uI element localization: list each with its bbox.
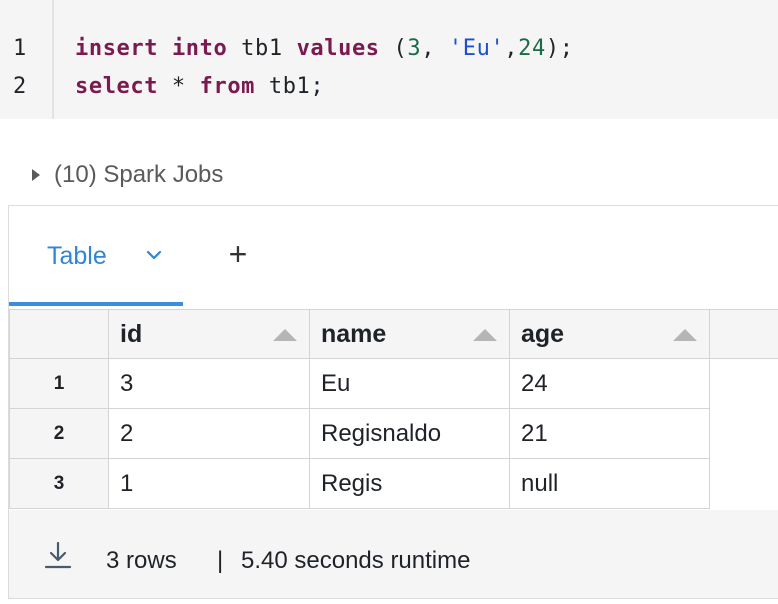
cell-value: Regis <box>321 469 383 497</box>
chevron-down-icon[interactable] <box>146 250 162 260</box>
tab-table[interactable]: Table <box>9 206 183 306</box>
result-footer: 3 rows | 5.40 seconds runtime <box>9 510 778 598</box>
line-number: 2 <box>13 74 27 99</box>
result-tab-bar: Table + <box>9 206 778 306</box>
sql-keyword: insert <box>75 36 159 61</box>
row-index: 3 <box>9 459 109 509</box>
table-cell-id[interactable]: 1 <box>109 459 310 509</box>
header-filler <box>710 309 778 359</box>
column-header-label: id <box>120 319 143 348</box>
cell-value: 3 <box>120 369 134 397</box>
column-header-label: age <box>521 319 565 348</box>
table-cell-name[interactable]: Regisnaldo <box>310 409 510 459</box>
result-panel: Table + id name age 1 3 Eu 24 2 2 Regisn… <box>8 205 778 599</box>
sql-text: ( <box>379 36 408 61</box>
sql-text: , <box>504 36 519 61</box>
row-index: 1 <box>9 359 109 409</box>
row-index: 2 <box>9 409 109 459</box>
table-cell-id[interactable]: 3 <box>109 359 310 409</box>
table-cell-name[interactable]: Regis <box>310 459 510 509</box>
cell-value: Regisnaldo <box>321 419 442 447</box>
column-header-label: name <box>321 319 387 348</box>
sql-number: 3 <box>407 36 422 61</box>
code-line-1[interactable]: insert into tb1 values (3, 'Eu',24); <box>75 36 574 61</box>
cell-value: 1 <box>120 469 134 497</box>
table-cell-age[interactable]: null <box>510 459 710 509</box>
sql-text: * <box>158 74 200 99</box>
sql-keyword: values <box>296 36 380 61</box>
footer-separator: | <box>217 547 224 574</box>
table-cell-age[interactable]: 21 <box>510 409 710 459</box>
runtime-text: 5.40 seconds runtime <box>241 547 471 574</box>
line-gutter: 1 2 <box>0 0 54 119</box>
spark-jobs-toggle[interactable]: (10) Spark Jobs <box>30 160 223 190</box>
table-cell-name[interactable]: Eu <box>310 359 510 409</box>
line-number: 1 <box>13 36 27 61</box>
sort-asc-icon[interactable] <box>273 329 297 341</box>
sql-text: ); <box>545 36 574 61</box>
tab-table-label: Table <box>47 241 107 270</box>
sort-asc-icon[interactable] <box>673 329 697 341</box>
header-index-cell <box>9 309 109 359</box>
table-row[interactable]: 2 2 Regisnaldo 21 <box>9 409 778 459</box>
code-editor[interactable]: 1 2 insert into tb1 values (3, 'Eu',24);… <box>0 0 778 119</box>
sql-keyword: from <box>199 74 256 99</box>
add-tab-button[interactable]: + <box>223 236 253 272</box>
column-header-name[interactable]: name <box>310 309 510 359</box>
sql-string: 'Eu' <box>448 36 505 61</box>
table-row[interactable]: 1 3 Eu 24 <box>9 359 778 409</box>
cell-value: 24 <box>521 369 548 397</box>
active-tab-indicator <box>9 302 183 306</box>
sql-keyword: select <box>75 74 159 99</box>
sort-asc-icon[interactable] <box>473 329 497 341</box>
sql-text: tb1 <box>227 36 297 61</box>
sql-text: tb1; <box>255 74 325 99</box>
code-line-2[interactable]: select * from tb1; <box>75 74 324 99</box>
sql-text: , <box>421 36 449 61</box>
column-header-id[interactable]: id <box>109 309 310 359</box>
result-table: id name age 1 3 Eu 24 2 2 Regisnaldo 21 <box>9 309 778 509</box>
spark-jobs-label: (10) Spark Jobs <box>54 161 224 188</box>
row-count: 3 rows <box>106 547 177 574</box>
table-row[interactable]: 3 1 Regis null <box>9 459 778 509</box>
cell-value: Eu <box>321 369 351 397</box>
sql-keyword: into <box>171 36 228 61</box>
sql-number: 24 <box>518 36 546 61</box>
table-cell-age[interactable]: 24 <box>510 359 710 409</box>
cell-value: 21 <box>521 419 548 447</box>
cell-value: null <box>521 469 559 497</box>
caret-right-icon <box>32 169 40 181</box>
table-header-row: id name age <box>9 309 778 359</box>
column-header-age[interactable]: age <box>510 309 710 359</box>
download-icon[interactable] <box>41 538 75 572</box>
cell-value: 2 <box>120 419 134 447</box>
table-cell-id[interactable]: 2 <box>109 409 310 459</box>
